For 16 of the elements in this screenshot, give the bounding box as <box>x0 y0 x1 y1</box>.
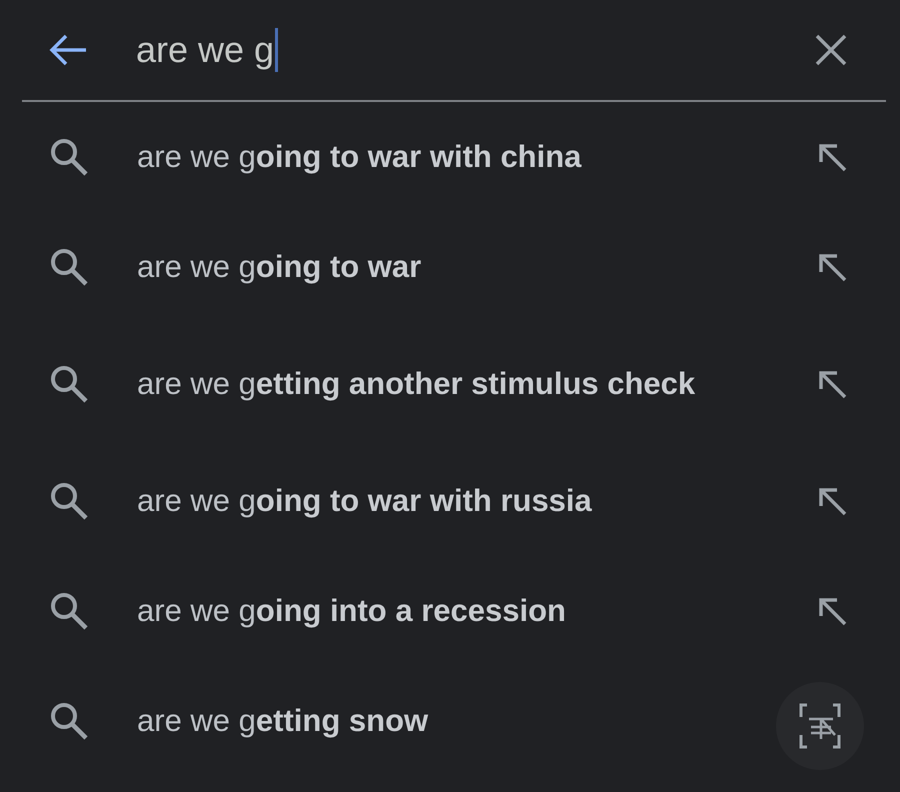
suggestion-link[interactable]: are we getting snow <box>137 696 776 746</box>
suggestion-link[interactable]: are we getting another stimulus check <box>137 359 776 409</box>
search-icon <box>48 246 90 288</box>
close-icon[interactable] <box>814 33 848 67</box>
search-icon <box>48 363 90 405</box>
search-icon <box>48 136 90 178</box>
suggestion-link[interactable]: are we going into a recession <box>137 586 776 636</box>
back-icon[interactable] <box>48 33 88 67</box>
search-field[interactable]: are we g <box>136 28 814 72</box>
text-cursor <box>275 28 278 72</box>
search-icon <box>48 700 90 742</box>
suggestion-link[interactable]: are we going to war with china <box>137 132 776 182</box>
search-icon <box>48 480 90 522</box>
suggestion-link[interactable]: are we going to war with russia <box>137 476 776 526</box>
suggestion-link[interactable]: are we going to war <box>137 242 776 292</box>
search-icon <box>48 590 90 632</box>
